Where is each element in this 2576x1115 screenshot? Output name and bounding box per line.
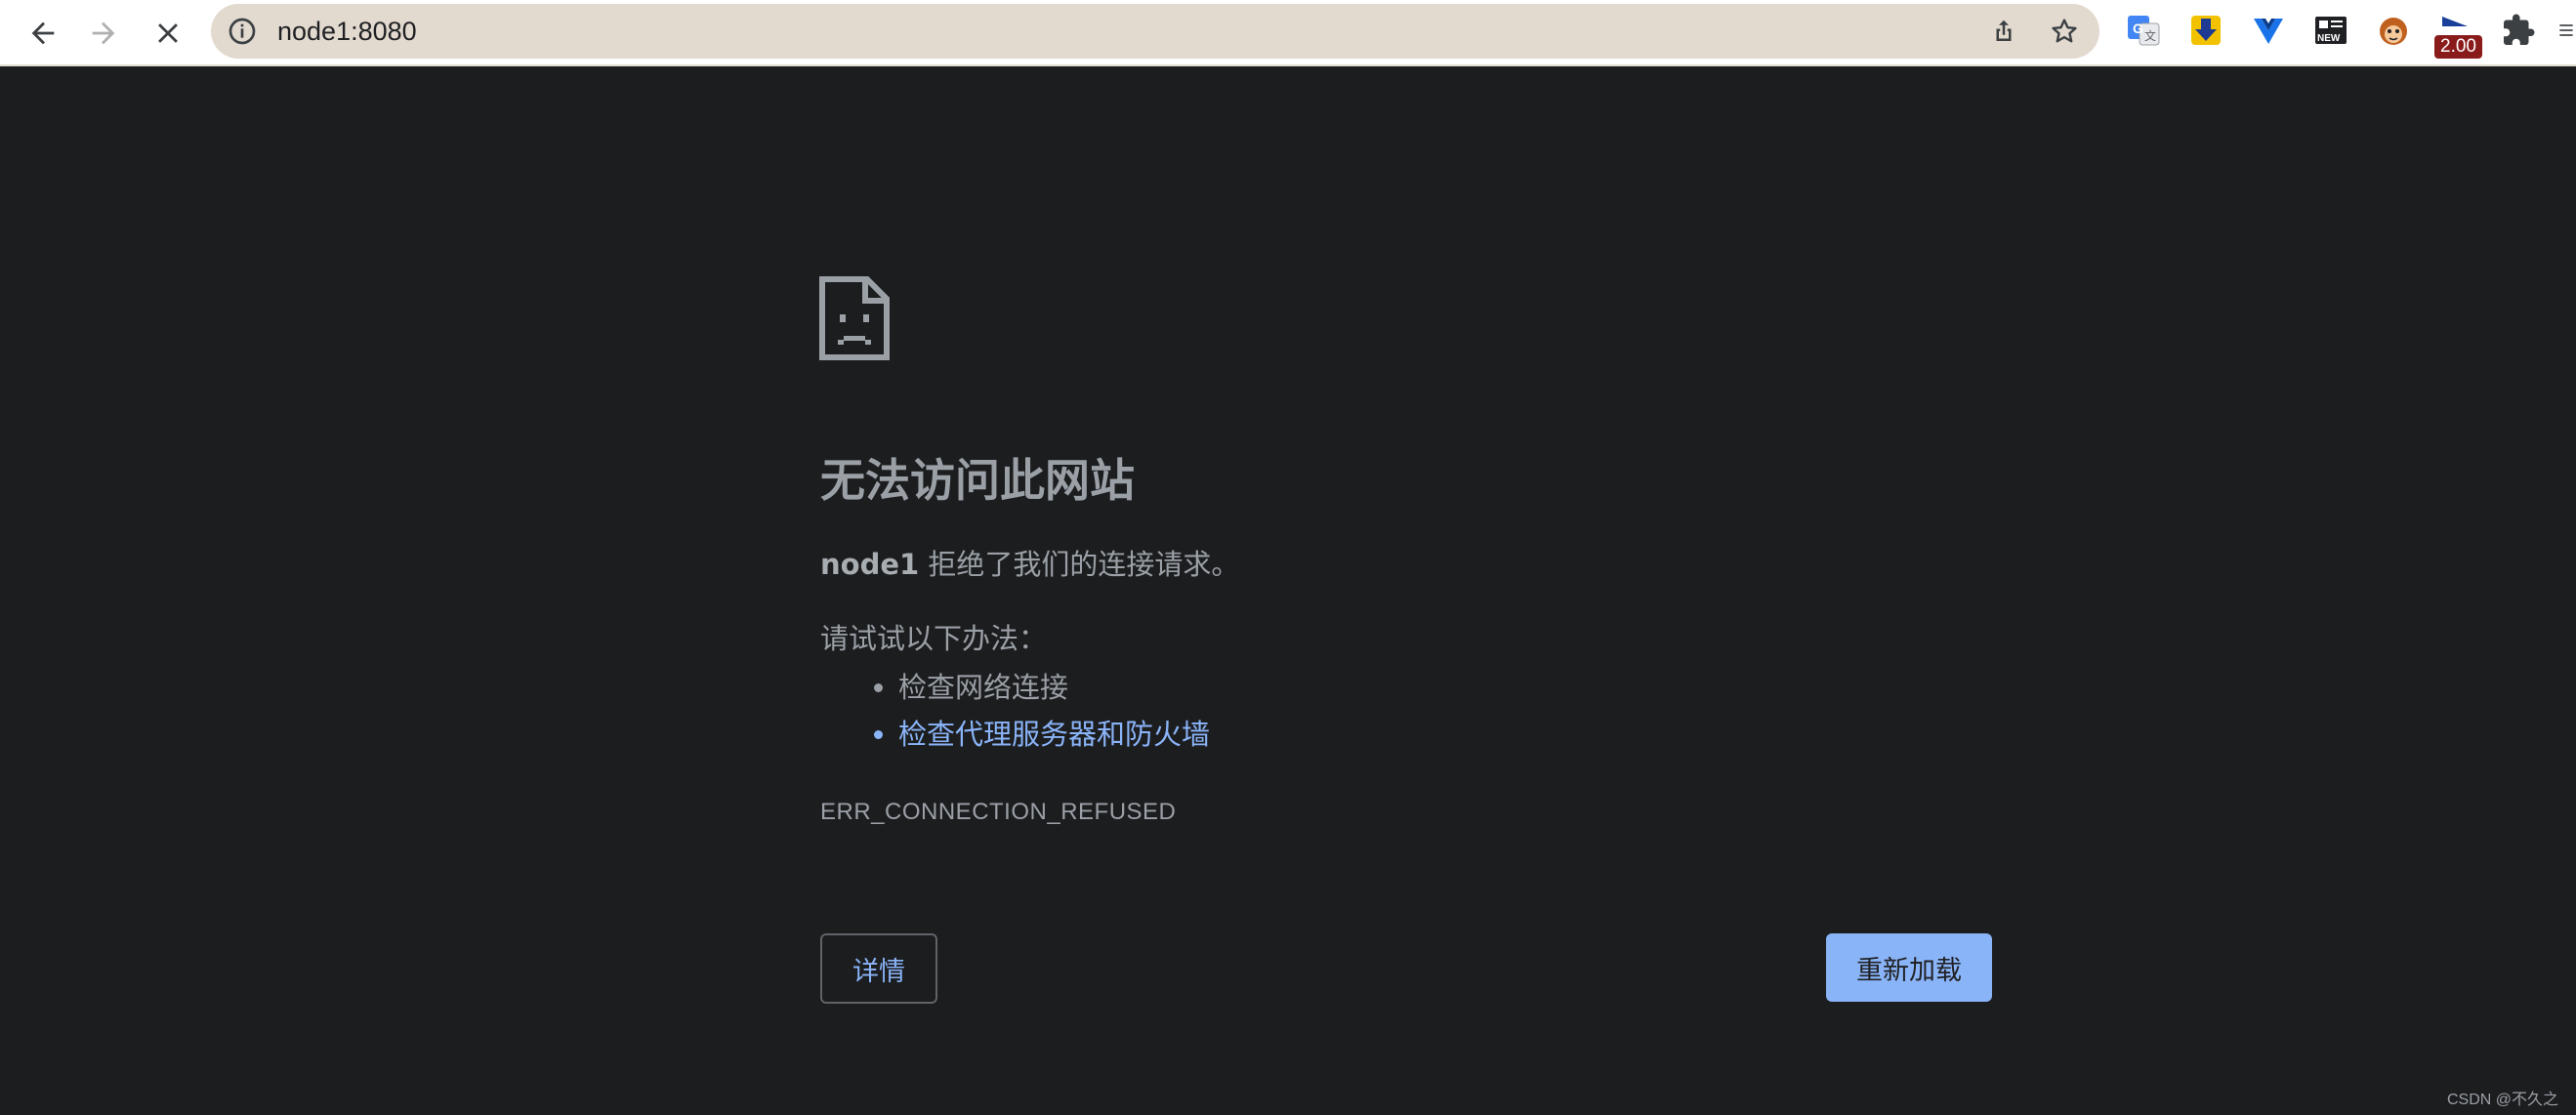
suggestion-check-network: 检查网络连接 xyxy=(898,664,1210,711)
translate-icon: G 文 xyxy=(2128,16,2160,46)
error-page xyxy=(0,66,2576,1115)
arrow-right-icon xyxy=(92,21,115,45)
error-host: node1 xyxy=(820,548,920,581)
svg-text:G: G xyxy=(2133,21,2143,36)
close-icon xyxy=(158,23,178,43)
download-arrow-icon xyxy=(2191,16,2221,45)
stop-button[interactable] xyxy=(145,10,191,57)
extension-downloader[interactable] xyxy=(2187,12,2224,49)
share-button[interactable] xyxy=(1986,14,2021,49)
share-icon xyxy=(1996,20,2012,41)
extension-vue-devtools[interactable] xyxy=(2250,12,2287,49)
details-button[interactable]: 详情 xyxy=(820,933,937,1004)
puzzle-icon xyxy=(2504,14,2535,45)
extension-badge: 2.00 xyxy=(2434,35,2482,59)
suggestions-list: 检查网络连接 检查代理服务器和防火墙 xyxy=(820,664,1210,758)
star-icon xyxy=(2052,19,2077,43)
menu-button[interactable] xyxy=(2556,12,2576,49)
extension-tampermonkey[interactable] xyxy=(2375,12,2412,49)
url-text[interactable]: node1:8080 xyxy=(277,16,417,47)
menu-icon xyxy=(2559,24,2573,36)
bookmark-button[interactable] xyxy=(2047,14,2082,49)
suggestion-check-proxy-firewall-link[interactable]: 检查代理服务器和防火墙 xyxy=(898,711,1210,758)
address-bar[interactable]: node1:8080 xyxy=(211,4,2099,59)
svg-text:NEW: NEW xyxy=(2317,33,2341,44)
vue-v-icon xyxy=(2254,19,2283,44)
forward-button[interactable] xyxy=(80,10,127,57)
info-icon[interactable] xyxy=(227,16,258,47)
browser-toolbar: node1:8080 G 文 NEW 2.00 xyxy=(0,0,2576,66)
error-message: node1 拒绝了我们的连接请求。 xyxy=(820,545,1239,584)
svg-text:文: 文 xyxy=(2144,28,2156,43)
watermark: CSDN @不久之 xyxy=(2446,1092,2558,1108)
monkey-face-icon xyxy=(2380,18,2407,45)
news-icon: NEW xyxy=(2315,17,2347,44)
error-title: 无法访问此网站 xyxy=(820,454,1135,507)
back-button[interactable] xyxy=(20,10,66,57)
error-message-text: 拒绝了我们的连接请求。 xyxy=(919,548,1240,581)
arrow-left-icon xyxy=(31,21,55,45)
reload-button[interactable]: 重新加载 xyxy=(1826,933,1992,1002)
error-code: ERR_CONNECTION_REFUSED xyxy=(820,799,1177,825)
extension-news[interactable]: NEW xyxy=(2312,12,2349,49)
extensions-button[interactable] xyxy=(2500,12,2537,49)
suggestions-heading: 请试试以下办法： xyxy=(820,622,1048,655)
sad-document-icon xyxy=(819,276,890,360)
extension-translate[interactable]: G 文 xyxy=(2125,12,2162,49)
